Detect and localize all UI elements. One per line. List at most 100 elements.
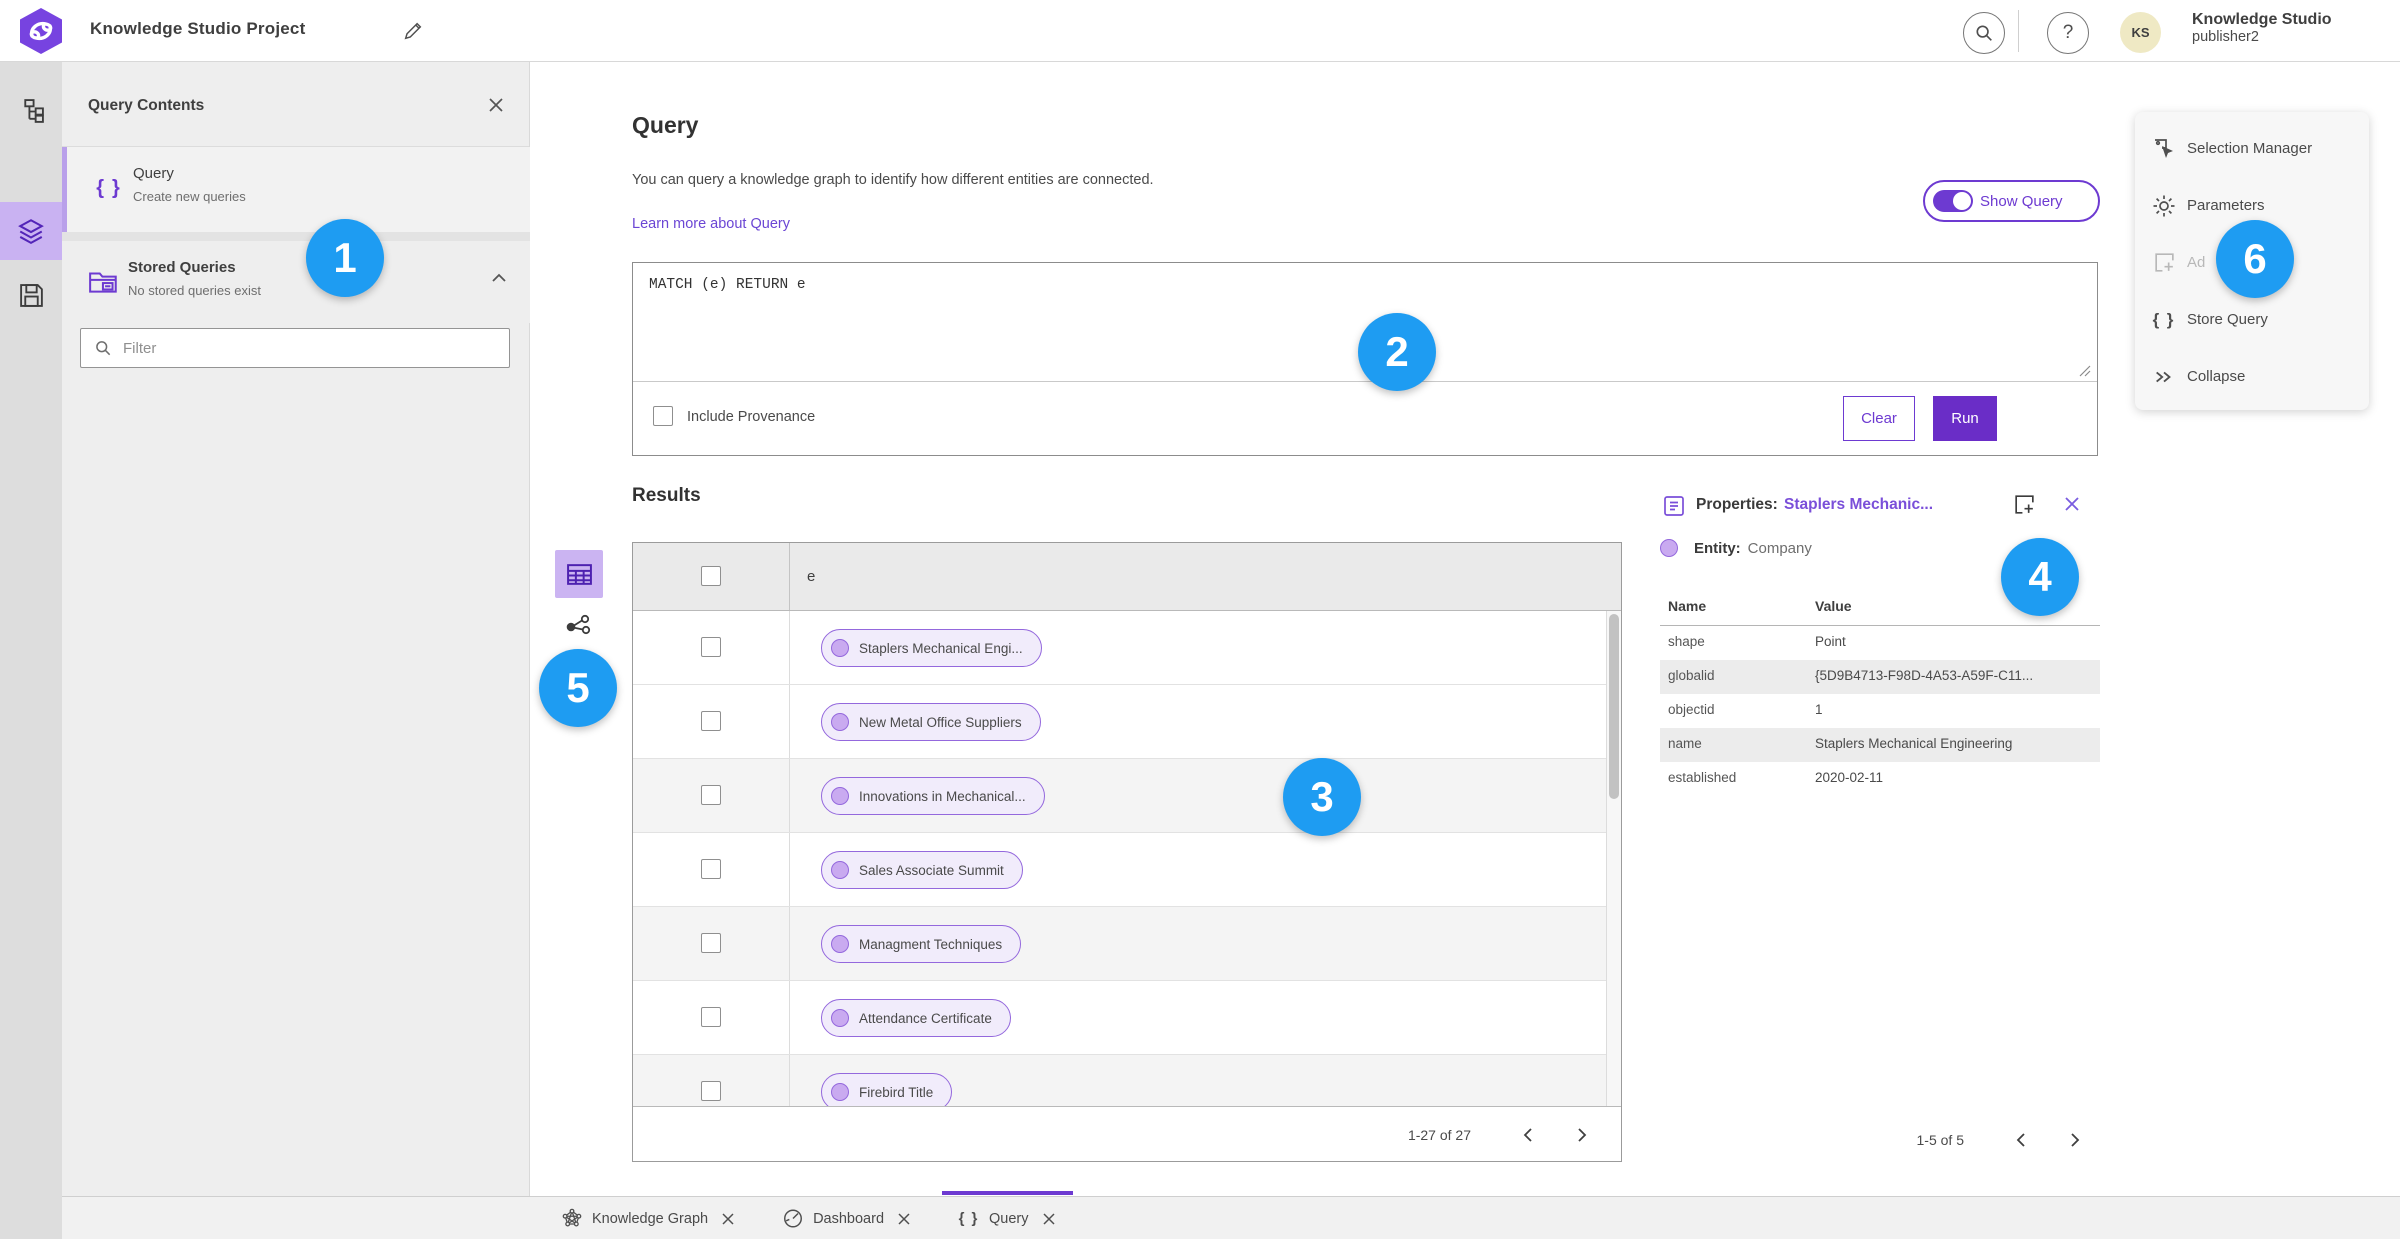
learn-more-link[interactable]: Learn more about Query — [632, 216, 790, 232]
callout-badge-1: 1 — [306, 219, 384, 297]
property-name: globalid — [1668, 668, 1715, 683]
tab-label: Dashboard — [813, 1210, 885, 1227]
row-checkbox[interactable] — [701, 859, 721, 879]
sidebar-item-stored-queries[interactable]: Stored Queries No stored queries exist — [62, 241, 530, 323]
properties-icon — [1662, 494, 1686, 518]
close-icon[interactable] — [2062, 494, 2084, 516]
clear-button[interactable]: Clear — [1843, 396, 1915, 441]
row-checkbox[interactable] — [701, 933, 721, 953]
row-checkbox[interactable] — [701, 637, 721, 657]
table-row[interactable]: Firebird Title — [633, 1055, 1621, 1106]
tab-knowledge-graph[interactable]: Knowledge Graph — [545, 1197, 752, 1239]
property-row[interactable]: name Staplers Mechanical Engineering — [1660, 728, 2100, 762]
property-name: name — [1668, 736, 1702, 751]
results-table-body: Staplers Mechanical Engi... New Metal Of… — [633, 611, 1621, 1106]
chevron-left-icon[interactable] — [1517, 1123, 1541, 1147]
menu-item-store-query[interactable]: { } Store Query — [2135, 291, 2369, 348]
table-row[interactable]: Staplers Mechanical Engi... — [633, 611, 1621, 685]
avatar[interactable]: KS — [2120, 12, 2161, 53]
help-button[interactable]: ? — [2047, 12, 2089, 54]
edit-title-icon[interactable] — [402, 20, 424, 42]
rail-layers-button[interactable] — [0, 202, 62, 260]
chevron-left-icon[interactable] — [2010, 1128, 2034, 1152]
close-tab-icon[interactable] — [1041, 1211, 1057, 1227]
table-row[interactable]: Managment Techniques — [633, 907, 1621, 981]
close-tab-icon[interactable] — [896, 1211, 912, 1227]
select-all-checkbox[interactable] — [701, 566, 721, 586]
table-row[interactable]: Attendance Certificate — [633, 981, 1621, 1055]
link-chart-view-button[interactable] — [563, 612, 595, 640]
tab-query[interactable]: { } Query — [942, 1191, 1073, 1239]
entity-type-row: Entity: Company — [1660, 536, 1812, 560]
property-row[interactable]: objectid 1 — [1660, 694, 2100, 728]
property-value: Staplers Mechanical Engineering — [1815, 736, 2013, 751]
entity-dot-icon — [831, 861, 849, 879]
entity-label: Entity: — [1694, 539, 1741, 557]
entity-pill-label: Sales Associate Summit — [859, 862, 1004, 878]
user-role: publisher2 — [2192, 29, 2259, 46]
callout-badge-3: 3 — [1283, 758, 1361, 836]
filter-input[interactable] — [123, 339, 493, 357]
chevron-right-icon[interactable] — [1569, 1123, 1593, 1147]
results-scrollbar[interactable] — [1606, 611, 1621, 1106]
entity-dot-icon — [831, 1083, 849, 1101]
search-icon — [1973, 22, 1995, 44]
scrollbar-thumb[interactable] — [1609, 614, 1619, 799]
user-info[interactable]: Knowledge Studio publisher2 — [2192, 10, 2332, 47]
table-view-button[interactable] — [555, 550, 603, 598]
add-to-new-window-icon[interactable] — [2012, 492, 2038, 518]
sidebar-item-query[interactable]: { } Query Create new queries — [62, 147, 530, 232]
chevron-up-icon[interactable] — [490, 269, 508, 287]
property-row[interactable]: globalid {5D9B4713-F98D-4A53-A59F-C11... — [1660, 660, 2100, 694]
show-query-toggle[interactable]: Show Query — [1923, 180, 2100, 222]
property-row[interactable]: established 2020-02-11 — [1660, 762, 2100, 796]
entity-pill[interactable]: Firebird Title — [821, 1073, 953, 1106]
entity-pill[interactable]: Managment Techniques — [821, 925, 1022, 963]
entity-pill-label: Managment Techniques — [859, 936, 1003, 952]
row-checkbox[interactable] — [701, 1007, 721, 1027]
resize-handle-icon[interactable] — [2079, 365, 2091, 377]
row-checkbox[interactable] — [701, 711, 721, 731]
property-value: 2020-02-11 — [1815, 770, 1884, 785]
menu-item-selection-manager[interactable]: Selection Manager — [2135, 120, 2369, 177]
query-item-description: Create new queries — [133, 189, 246, 204]
chevron-right-icon[interactable] — [2062, 1128, 2086, 1152]
entity-pill[interactable]: New Metal Office Suppliers — [821, 703, 1041, 741]
table-row[interactable]: New Metal Office Suppliers — [633, 685, 1621, 759]
search-button[interactable] — [1963, 12, 2005, 54]
entity-pill[interactable]: Sales Associate Summit — [821, 851, 1023, 889]
callout-badge-2: 2 — [1358, 313, 1436, 391]
braces-icon: { } — [2152, 309, 2176, 329]
run-button[interactable]: Run — [1933, 396, 1997, 441]
rail-data-model-button[interactable] — [0, 82, 62, 140]
row-checkbox[interactable] — [701, 785, 721, 805]
app-logo-icon[interactable] — [16, 7, 66, 55]
property-row[interactable]: shape Point — [1660, 626, 2100, 660]
bottom-tab-bar: Knowledge Graph Dashboard { } Query — [62, 1191, 2400, 1239]
query-description: You can query a knowledge graph to ident… — [632, 172, 1154, 188]
close-tab-icon[interactable] — [720, 1211, 736, 1227]
include-provenance-checkbox[interactable] — [653, 406, 673, 426]
query-contents-title: Query Contents — [88, 97, 205, 114]
entity-pill-label: Staplers Mechanical Engi... — [859, 640, 1023, 656]
entity-pill[interactable]: Staplers Mechanical Engi... — [821, 629, 1042, 667]
stored-queries-filter — [80, 328, 510, 368]
menu-item-collapse[interactable]: Collapse — [2135, 348, 2369, 405]
entity-pill[interactable]: Attendance Certificate — [821, 999, 1011, 1037]
stored-queries-description: No stored queries exist — [128, 283, 261, 298]
data-model-icon — [18, 98, 45, 125]
braces-icon: { } — [958, 1210, 980, 1227]
callout-badge-4: 4 — [2001, 538, 2079, 616]
stored-queries-label: Stored Queries — [128, 259, 236, 276]
include-provenance-label: Include Provenance — [687, 409, 816, 425]
entity-pill[interactable]: Innovations in Mechanical... — [821, 777, 1045, 815]
rail-save-button[interactable] — [0, 266, 62, 324]
close-icon[interactable] — [485, 94, 507, 116]
table-row[interactable]: Sales Associate Summit — [633, 833, 1621, 907]
table-row[interactable]: Innovations in Mechanical... — [633, 759, 1621, 833]
properties-entity-link[interactable]: Staplers Mechanic... — [1784, 496, 1933, 514]
entity-type: Company — [1747, 539, 1812, 557]
tab-dashboard[interactable]: Dashboard — [766, 1197, 928, 1239]
row-checkbox[interactable] — [701, 1081, 721, 1101]
property-name: established — [1668, 770, 1737, 785]
